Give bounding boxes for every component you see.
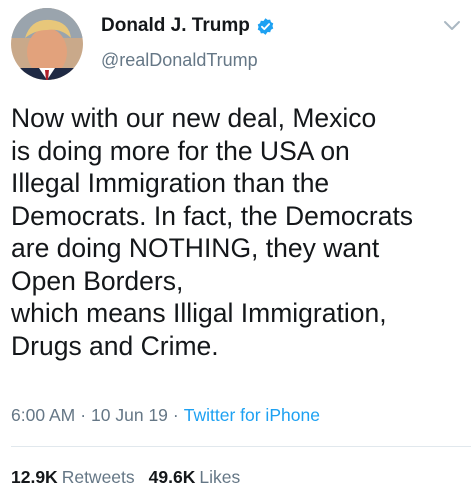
avatar[interactable] (11, 8, 83, 80)
user-handle[interactable]: @realDonaldTrump (101, 50, 258, 71)
tweet-line: Now with our new deal, Mexico (11, 103, 377, 133)
meta-separator: · (80, 405, 87, 425)
display-name[interactable]: Donald J. Trump (101, 15, 250, 37)
tweet-line: Democrats. In fact, the Democrats (11, 200, 414, 231)
tweet-line: is doing more for the USA on (11, 135, 350, 166)
retweets-stat[interactable]: 12.9K Retweets (11, 467, 135, 487)
meta-separator: · (172, 405, 179, 425)
tweet-date[interactable]: 10 Jun 19 (91, 405, 168, 425)
tweet-line: are doing NOTHING, they want (11, 233, 380, 263)
divider (11, 446, 471, 447)
tweet-line: Illegal Immigration than the (11, 168, 330, 198)
tweet-stats: 12.9K Retweets 49.6K Likes (11, 467, 240, 488)
tweet-metadata: 6:00 AM · 10 Jun 19 · Twitter for iPhone (11, 405, 320, 426)
avatar-image (11, 8, 83, 80)
retweets-label: Retweets (61, 467, 135, 487)
tweet-source-link[interactable]: Twitter for iPhone (184, 405, 320, 425)
author-row: Donald J. Trump (101, 14, 275, 38)
tweet-text: Now with our new deal, Mexico is doing m… (11, 102, 463, 362)
verified-badge-icon (256, 17, 275, 36)
likes-count: 49.6K (148, 467, 196, 487)
chevron-down-icon[interactable] (443, 20, 461, 32)
tweet-line: which means Illigal Immigration, (11, 298, 387, 328)
tweet-time[interactable]: 6:00 AM (11, 405, 75, 425)
retweets-count: 12.9K (11, 467, 58, 487)
tweet-line: Drugs and Crime. (11, 330, 219, 361)
likes-label: Likes (199, 467, 241, 487)
tweet-card: Donald J. Trump @realDonaldTrump Now wit… (0, 0, 471, 499)
tweet-line: Open Borders, (11, 265, 184, 296)
likes-stat[interactable]: 49.6K Likes (149, 467, 241, 487)
